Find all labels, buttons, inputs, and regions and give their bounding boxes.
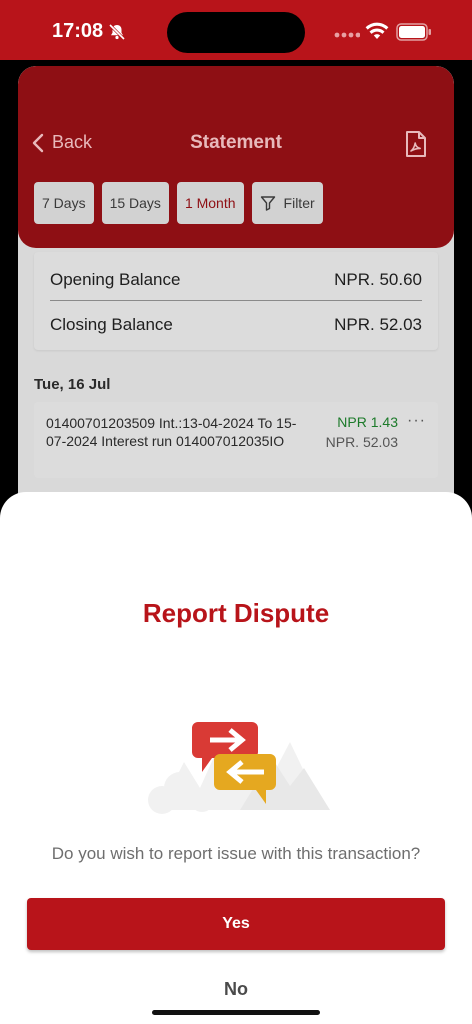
chip-1-month[interactable]: 1 Month	[176, 182, 244, 224]
pdf-icon[interactable]	[404, 130, 428, 158]
closing-balance-value: NPR. 52.03	[334, 315, 422, 334]
opening-balance-label: Opening Balance	[50, 270, 181, 289]
transaction-amount: NPR 1.43	[337, 414, 398, 430]
closing-balance-label: Closing Balance	[50, 315, 173, 334]
status-bar: 17:08	[0, 0, 472, 60]
signal-dots-icon	[334, 32, 360, 38]
dispute-chat-illustration-icon	[148, 722, 330, 814]
battery-icon	[396, 23, 431, 41]
dynamic-island	[167, 12, 305, 53]
filter-button[interactable]: Filter	[251, 182, 323, 224]
bell-slash-icon	[108, 23, 126, 41]
more-options-icon[interactable]: ···	[407, 412, 426, 430]
filter-chips: 7 Days 15 Days 1 Month Filter	[34, 182, 331, 224]
transaction-balance: NPR. 52.03	[325, 434, 398, 450]
status-time: 17:08	[52, 20, 104, 42]
filter-label: Filter	[283, 195, 315, 211]
modal-title: Report Dispute	[142, 598, 330, 628]
balance-card: Opening Balance NPR. 50.60 Closing Balan…	[34, 252, 438, 350]
transaction-date-label: Tue, 16 Jul	[34, 376, 111, 393]
report-dispute-sheet: Report Dispute Do you wish to report iss…	[0, 492, 472, 1024]
opening-balance-value: NPR. 50.60	[334, 270, 422, 289]
transaction-item[interactable]: 01400701203509 Int.:13-04-2024 To 15-07-…	[34, 402, 438, 478]
chip-7-days[interactable]: 7 Days	[34, 182, 94, 224]
no-button[interactable]: No	[186, 974, 286, 1004]
divider	[50, 300, 422, 301]
transaction-description: 01400701203509 Int.:13-04-2024 To 15-07-…	[46, 415, 297, 449]
opening-balance-row: Opening Balance NPR. 50.60	[50, 270, 422, 290]
home-indicator[interactable]	[152, 1010, 320, 1015]
dispute-question: Do you wish to report issue with this tr…	[51, 844, 421, 863]
wifi-icon	[365, 22, 389, 39]
filter-icon	[260, 196, 275, 211]
statement-header: Back Statement 7 Days 15 Days 1 Month Fi…	[18, 66, 454, 248]
chip-15-days[interactable]: 15 Days	[101, 182, 169, 224]
yes-button[interactable]: Yes	[27, 898, 445, 950]
page-title: Statement	[190, 132, 282, 153]
closing-balance-row: Closing Balance NPR. 52.03	[50, 315, 422, 335]
